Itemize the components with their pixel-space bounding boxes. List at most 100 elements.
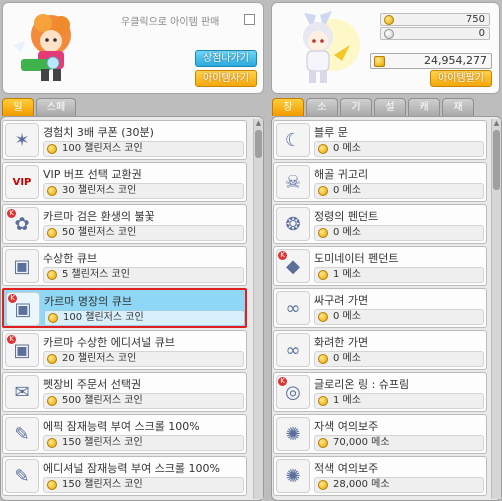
item-name: 경험치 3배 쿠폰 (30분)	[43, 126, 154, 139]
item-price-text: 20 챌린저스 코인	[62, 353, 137, 364]
shop-item-panel: ✶ 경험치 3배 쿠폰 (30분) 100 챌린저스 코인 VIP VIP 버프 선택 …	[0, 116, 264, 501]
exp-coupon-glyph: ✶	[14, 129, 30, 151]
item-price-text: 1 메소	[333, 269, 361, 280]
item-name: 에디셔널 잠재능력 부여 스크롤 100%	[43, 462, 220, 475]
tab-special[interactable]: 스페셜	[36, 98, 76, 131]
item-price-text: 0 메소	[333, 185, 361, 196]
scroll-up-arrow[interactable]: ▲	[492, 119, 501, 128]
scroll-up-arrow[interactable]: ▲	[254, 119, 263, 128]
tab-general[interactable]: 일반	[2, 98, 34, 131]
shop-item-row[interactable]: ✉ 펫장비 주문서 선택권 500 챌린저스 코인	[2, 372, 247, 412]
coin-icon	[318, 480, 328, 490]
inventory-item-row[interactable]: ∞ 싸구려 가면 0 메소	[273, 288, 487, 328]
inventory-item-list: ☾ 블루 문0 메소 ☠ 해골 귀고리 0 메소 ❂ 정령의 펜던트 0 메소 ◆ K 도미네이터 …	[273, 120, 488, 500]
tab-equip[interactable]: 장비	[272, 98, 304, 131]
inventory-item-row[interactable]: ✺ 적색 여의보주 28,000 메소	[273, 456, 487, 496]
karma-badge-icon: K	[7, 335, 16, 344]
item-price: 100 챌린저스 코인	[44, 310, 245, 326]
tab-rebuy[interactable]: 재장	[442, 98, 474, 131]
item-price: 20 챌린저스 코인	[43, 351, 244, 367]
shop-scrollbar[interactable]: ▲	[253, 119, 263, 499]
inventory-tabs: 장비 소비 기타 설치 캐시 재장	[272, 98, 474, 131]
purple-orb-icon: ✺	[276, 417, 310, 451]
exit-shop-button[interactable]: 상점나가기	[195, 50, 257, 67]
inventory-item-row[interactable]: ∞ 화려한 가면 0 메소	[273, 330, 487, 370]
item-name: 해골 귀고리	[314, 168, 369, 181]
meso-value: 24,954,277	[424, 54, 487, 67]
item-price: 0 메소	[314, 225, 484, 241]
additional-scroll-icon: ✎	[5, 459, 39, 493]
shop-item-row[interactable]: ▣ K 카르마 수상한 에디셔널 큐브 20 챌린저스 코인	[2, 330, 247, 370]
item-price: 5 챌린저스 코인	[43, 267, 244, 283]
shop-window: 우클릭으로 아이템 판매 상점나가기 아이템사기 750 0 24,954,27…	[0, 0, 502, 501]
coin-icon	[47, 480, 57, 490]
inventory-item-row[interactable]: ✺ 자색 여의보주 70,000 메소	[273, 414, 487, 454]
item-name: 수상한 큐브	[43, 252, 98, 265]
item-name: 글로리온 링 : 슈프림	[314, 378, 410, 391]
coin-icon	[318, 354, 328, 364]
tab-cash[interactable]: 캐시	[408, 98, 440, 131]
dominator-pendant-glyph: ◆	[286, 255, 300, 277]
buy-item-button[interactable]: 아이템사기	[195, 70, 257, 87]
coin-icon	[318, 186, 328, 196]
skull-earring-glyph: ☠	[284, 171, 302, 193]
spirit-pendant-glyph: ❂	[285, 213, 301, 235]
tab-etc[interactable]: 기타	[340, 98, 372, 131]
inventory-item-row[interactable]: ◆ K 도미네이터 펜던트 1 메소	[273, 246, 487, 286]
item-name: 블루 문	[314, 126, 348, 139]
shop-item-row[interactable]: ✶ 경험치 3배 쿠폰 (30분) 100 챌린저스 코인	[2, 120, 247, 160]
inventory-scroll-thumb[interactable]	[493, 130, 500, 190]
tab-use[interactable]: 소비	[306, 98, 338, 131]
item-name: 정령의 펜던트	[314, 210, 379, 223]
suspicious-cube-icon: ▣	[5, 249, 39, 283]
shop-item-row[interactable]: ✿ K 카르마 검은 환생의 불꽃 50 챌린저스 코인	[2, 204, 247, 244]
fancy-mask-glyph: ∞	[285, 339, 301, 361]
item-price: 150 챌린저스 코인	[43, 477, 244, 493]
coin-icon	[318, 438, 328, 448]
coin-icon	[47, 270, 57, 280]
meso-display: 24,954,277	[370, 53, 492, 69]
item-price-text: 0 메소	[333, 227, 361, 238]
item-price: 28,000 메소	[314, 477, 484, 493]
fancy-mask-icon: ∞	[276, 333, 310, 367]
inventory-item-row[interactable]: ❂ 정령의 펜던트 0 메소	[273, 204, 487, 244]
item-price: 50 챌린저스 코인	[43, 225, 244, 241]
stat-value-2: 0	[478, 28, 485, 39]
vip-ticket-icon: VIP	[5, 165, 39, 199]
shop-item-row[interactable]: ▣ 수상한 큐브 5 챌린저스 코인	[2, 246, 247, 286]
suspicious-cube-glyph: ▣	[13, 255, 31, 277]
master-cube-icon: ▣ K	[6, 292, 40, 326]
item-price-text: 0 메소	[333, 311, 361, 322]
shop-item-list: ✶ 경험치 3배 쿠폰 (30분) 100 챌린저스 코인 VIP VIP 버프 선택 …	[2, 120, 247, 500]
inventory-item-row[interactable]: ◎ K 글로리온 링 : 슈프림 1 메소	[273, 372, 487, 412]
inventory-item-row[interactable]: ☠ 해골 귀고리 0 메소	[273, 162, 487, 202]
right-click-sell-checkbox[interactable]	[244, 14, 255, 25]
pet-scroll-ticket-glyph: ✉	[14, 381, 30, 403]
inventory-item-row[interactable]: ☾ 블루 문 0 메소	[273, 120, 487, 160]
skull-earring-icon: ☠	[276, 165, 310, 199]
exp-coupon-icon: ✶	[5, 123, 39, 157]
dominator-pendant-icon: ◆ K	[276, 249, 310, 283]
item-name: 에픽 잠재능력 부여 스크롤 100%	[43, 420, 200, 433]
glorion-ring-icon: ◎ K	[276, 375, 310, 409]
coin-icon	[48, 313, 58, 323]
vip-ticket-glyph: VIP	[12, 176, 32, 188]
shop-scroll-thumb[interactable]	[255, 130, 262, 158]
shop-item-row[interactable]: ✎ 에픽 잠재능력 부여 스크롤 100% 150 챌린저스 코인	[2, 414, 247, 454]
item-price-text: 28,000 메소	[333, 479, 390, 490]
tab-setup[interactable]: 설치	[374, 98, 406, 131]
shop-item-row[interactable]: VIP VIP 버프 선택 교환권 30 챌린저스 코인	[2, 162, 247, 202]
sell-item-button[interactable]: 아이템팔기	[430, 70, 492, 87]
shop-item-row[interactable]: ▣ K 카르마 명장의 큐브 100 챌린저스 코인	[2, 288, 247, 328]
black-flame-icon: ✿ K	[5, 207, 39, 241]
inventory-scrollbar[interactable]: ▲	[491, 119, 501, 499]
item-price-text: 100 챌린저스 코인	[62, 143, 143, 154]
coin-icon	[318, 396, 328, 406]
karma-badge-icon: K	[8, 294, 17, 303]
item-price: 70,000 메소	[314, 435, 484, 451]
coin-icon	[47, 396, 57, 406]
coin-icon	[47, 438, 57, 448]
item-price: 1 메소	[314, 393, 484, 409]
shop-item-row[interactable]: ✎ 에디셔널 잠재능력 부여 스크롤 100% 150 챌린저스 코인	[2, 456, 247, 496]
item-name: 적색 여의보주	[314, 462, 379, 475]
